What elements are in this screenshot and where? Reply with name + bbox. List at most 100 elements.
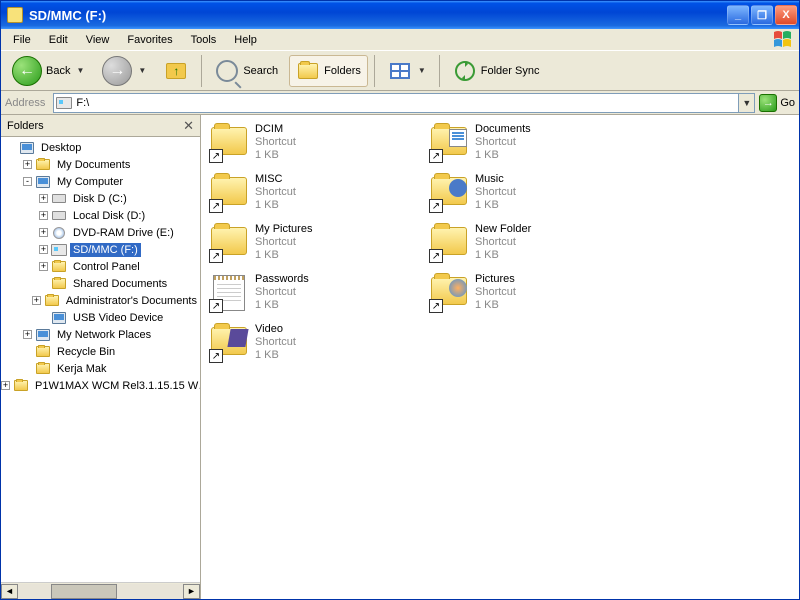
back-button[interactable]: ← Back ▼ <box>5 52 91 90</box>
menu-help[interactable]: Help <box>226 32 265 48</box>
go-arrow-icon: → <box>759 94 777 112</box>
tree-node[interactable]: USB Video Device <box>1 309 200 326</box>
scroll-track[interactable] <box>18 584 183 599</box>
chevron-down-icon[interactable]: ▼ <box>76 66 84 75</box>
expand-toggle-icon[interactable]: - <box>23 177 32 186</box>
expand-toggle-icon[interactable]: + <box>23 330 32 339</box>
chevron-down-icon[interactable]: ▼ <box>418 66 426 75</box>
menu-favorites[interactable]: Favorites <box>119 32 180 48</box>
tree-item-label: Desktop <box>38 141 84 155</box>
item-name: MISC <box>255 173 296 186</box>
menu-tools[interactable]: Tools <box>183 32 225 48</box>
tree-item-label: P1W1MAX WCM Rel3.1.15.15 W… <box>32 379 200 393</box>
menu-view[interactable]: View <box>78 32 118 48</box>
tree-node[interactable]: - My Computer <box>1 173 200 190</box>
toolbar: ← Back ▼ → ▼ ↑ Search Folders ▼ Folder S… <box>1 51 799 91</box>
address-input[interactable]: F:\ ▼ <box>53 93 755 113</box>
tree-item-icon <box>51 209 67 223</box>
file-item[interactable]: ↗ Passwords Shortcut 1 KB <box>207 271 427 321</box>
close-panel-icon[interactable]: ✕ <box>183 118 194 134</box>
expand-toggle-icon[interactable]: + <box>32 296 41 305</box>
tree-node[interactable]: +DVD-RAM Drive (E:) <box>1 224 200 241</box>
expand-toggle-icon[interactable]: + <box>39 194 48 203</box>
item-size: 1 KB <box>255 249 312 262</box>
music-overlay-icon <box>449 179 467 197</box>
file-item[interactable]: ↗ My Pictures Shortcut 1 KB <box>207 221 427 271</box>
horizontal-scrollbar[interactable]: ◄ ► <box>1 582 200 599</box>
tree-node[interactable]: +Control Panel <box>1 258 200 275</box>
tree-item-label: SD/MMC (F:) <box>70 243 141 257</box>
scroll-right-button[interactable]: ► <box>183 584 200 599</box>
file-item[interactable]: ↗ DCIM Shortcut 1 KB <box>207 121 427 171</box>
tree-node[interactable]: Kerja Mak <box>1 360 200 377</box>
expand-toggle-icon[interactable]: + <box>39 262 48 271</box>
tree-node[interactable]: + Administrator's Documents <box>1 292 200 309</box>
tree-node[interactable]: Recycle Bin <box>1 343 200 360</box>
views-icon <box>390 63 410 79</box>
tree-node[interactable]: Shared Documents <box>1 275 200 292</box>
folders-panel-header: Folders ✕ <box>1 115 200 137</box>
file-list[interactable]: ↗ DCIM Shortcut 1 KB ↗ Documents Shortcu… <box>201 115 799 599</box>
minimize-button[interactable]: _ <box>727 5 749 25</box>
search-button[interactable]: Search <box>208 55 285 87</box>
forward-button[interactable]: → ▼ <box>95 52 153 90</box>
tree-item-icon <box>51 226 67 240</box>
item-size: 1 KB <box>475 299 516 312</box>
item-name: Passwords <box>255 273 309 286</box>
file-item[interactable]: ↗ Video Shortcut 1 KB <box>207 321 647 371</box>
tree-item-label: Administrator's Documents <box>63 294 200 308</box>
up-folder-icon: ↑ <box>166 63 186 79</box>
views-button[interactable]: ▼ <box>381 55 433 87</box>
file-item[interactable]: ↗ Pictures Shortcut 1 KB <box>427 271 647 321</box>
item-size: 1 KB <box>475 199 516 212</box>
file-item[interactable]: ↗ MISC Shortcut 1 KB <box>207 171 427 221</box>
up-button[interactable]: ↑ <box>157 55 195 87</box>
expand-toggle-icon[interactable]: + <box>39 228 48 237</box>
titlebar[interactable]: SD/MMC (F:) _ ❐ X <box>1 1 799 29</box>
tree-node[interactable]: + My Documents <box>1 156 200 173</box>
scroll-thumb[interactable] <box>51 584 117 599</box>
tree-item-label: My Computer <box>54 175 126 189</box>
item-type: Shortcut <box>255 286 309 299</box>
folders-button[interactable]: Folders <box>289 55 368 87</box>
file-item[interactable]: ↗ Music Shortcut 1 KB <box>427 171 647 221</box>
tree-item-icon <box>51 192 67 206</box>
tree-node[interactable]: + SD/MMC (F:) <box>1 241 200 258</box>
file-item[interactable]: ↗ New Folder Shortcut 1 KB <box>427 221 647 271</box>
separator <box>439 55 440 87</box>
tree-node[interactable]: + P1W1MAX WCM Rel3.1.15.15 W… <box>1 377 200 394</box>
expand-toggle-icon[interactable]: + <box>39 245 48 254</box>
tree-node[interactable]: +Disk D (C:) <box>1 190 200 207</box>
folder-sync-button[interactable]: Folder Sync <box>446 55 547 87</box>
expand-toggle-icon[interactable]: + <box>23 160 32 169</box>
address-value: F:\ <box>76 97 738 109</box>
go-button[interactable]: → Go <box>759 94 795 112</box>
address-dropdown-icon[interactable]: ▼ <box>738 94 754 112</box>
maximize-button[interactable]: ❐ <box>751 5 773 25</box>
shortcut-arrow-icon: ↗ <box>429 299 443 313</box>
tree-node[interactable]: +Local Disk (D:) <box>1 207 200 224</box>
drive-icon <box>56 97 72 109</box>
folders-icon <box>298 63 318 79</box>
tree-node[interactable]: +My Network Places <box>1 326 200 343</box>
chevron-down-icon[interactable]: ▼ <box>138 66 146 75</box>
folder-tree[interactable]: Desktop + My Documents - My Computer+Disk D … <box>1 137 200 582</box>
tree-item-label: My Documents <box>54 158 133 172</box>
shortcut-arrow-icon: ↗ <box>429 149 443 163</box>
close-button[interactable]: X <box>775 5 797 25</box>
menu-edit[interactable]: Edit <box>41 32 76 48</box>
separator <box>374 55 375 87</box>
expand-toggle-icon[interactable]: + <box>39 211 48 220</box>
expand-toggle-icon[interactable]: + <box>1 381 10 390</box>
scroll-left-button[interactable]: ◄ <box>1 584 18 599</box>
item-size: 1 KB <box>255 299 309 312</box>
item-size: 1 KB <box>475 149 531 162</box>
file-item[interactable]: ↗ Documents Shortcut 1 KB <box>427 121 647 171</box>
item-type: Shortcut <box>255 236 312 249</box>
menu-file[interactable]: File <box>5 32 39 48</box>
tree-node[interactable]: Desktop <box>1 139 200 156</box>
tree-item-icon <box>51 311 67 325</box>
item-size: 1 KB <box>475 249 531 262</box>
search-icon <box>216 60 238 82</box>
shortcut-arrow-icon: ↗ <box>209 349 223 363</box>
